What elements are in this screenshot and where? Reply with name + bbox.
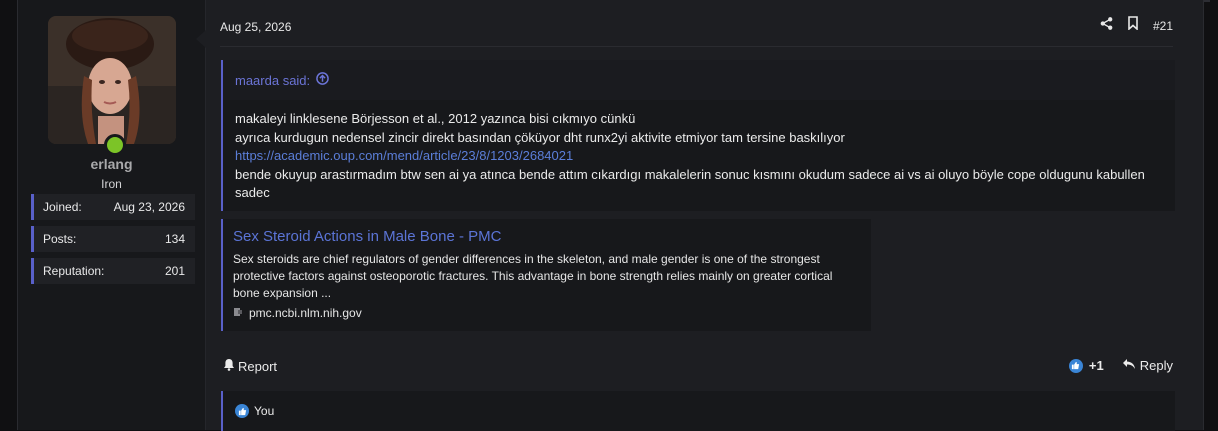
- link-preview-host-text: pmc.ncbi.nlm.nih.gov: [249, 306, 362, 320]
- share-icon[interactable]: [1100, 16, 1113, 35]
- reactions-text[interactable]: You: [254, 404, 274, 418]
- stat-label: Reputation:: [43, 264, 105, 278]
- quote-line: bende okuyup arastırmadım btw sen ai ya …: [235, 166, 1145, 201]
- username[interactable]: erlang: [18, 156, 205, 172]
- reaction-summary[interactable]: +1: [1068, 358, 1104, 373]
- post-date[interactable]: Aug 25, 2026: [220, 20, 291, 34]
- quote-link[interactable]: https://academic.oup.com/mend/article/23…: [235, 147, 1163, 166]
- post-footer-actions: +1 Reply: [1068, 358, 1173, 373]
- report-label: Report: [238, 358, 278, 374]
- stat-reputation: Reputation: 201: [31, 258, 195, 284]
- link-preview-host: pmc.ncbi.nlm.nih.gov: [233, 306, 861, 320]
- reaction-count: +1: [1088, 358, 1104, 373]
- quote-header: maarda said:: [223, 60, 1175, 100]
- user-title: Iron: [101, 177, 122, 191]
- quote-block: maarda said: makaleyi linklesene Börjess…: [221, 60, 1175, 211]
- stat-posts: Posts: 134: [31, 226, 195, 252]
- reactions-bar[interactable]: You: [221, 391, 1175, 431]
- quote-line: ayrıca kurdugun nedensel zincir direkt b…: [235, 129, 845, 145]
- stat-value: 134: [164, 232, 185, 246]
- quote-line: makaleyi linklesene Börjesson et al., 20…: [235, 111, 636, 126]
- link-preview-card[interactable]: Sex Steroid Actions in Male Bone - PMC S…: [221, 219, 871, 331]
- quote-author[interactable]: maarda said:: [235, 73, 310, 88]
- reply-button[interactable]: Reply: [1122, 358, 1173, 373]
- favicon-icon: [233, 306, 243, 320]
- arrow-up-circle-icon[interactable]: [316, 72, 329, 88]
- reply-icon: [1122, 358, 1136, 373]
- bookmark-icon[interactable]: [1127, 16, 1139, 35]
- link-preview-description: Sex steroids are chief regulators of gen…: [233, 252, 833, 300]
- avatar[interactable]: [48, 16, 176, 144]
- like-icon: [1068, 358, 1083, 373]
- bell-icon: [223, 358, 235, 374]
- stat-value: 201: [164, 264, 185, 278]
- link-preview-title[interactable]: Sex Steroid Actions in Male Bone - PMC: [233, 228, 861, 245]
- online-status-dot: [104, 134, 126, 156]
- report-button[interactable]: Report: [223, 358, 277, 374]
- post-container: erlang Iron Joined: Aug 23, 2026 Posts: …: [17, 0, 1204, 431]
- like-icon: [235, 404, 249, 418]
- post-arrow: [196, 30, 206, 48]
- post-header-actions: #21: [1100, 16, 1173, 35]
- stat-value: Aug 23, 2026: [113, 200, 185, 214]
- user-sidebar: erlang Iron Joined: Aug 23, 2026 Posts: …: [18, 0, 206, 430]
- stat-label: Joined:: [43, 200, 82, 214]
- stat-label: Posts:: [43, 232, 77, 246]
- stat-joined: Joined: Aug 23, 2026: [31, 194, 195, 220]
- header-divider: [220, 46, 1173, 47]
- post-number[interactable]: #21: [1153, 19, 1173, 33]
- avatar-image: [48, 16, 176, 144]
- reply-label: Reply: [1139, 358, 1173, 373]
- quote-body: makaleyi linklesene Börjesson et al., 20…: [223, 100, 1175, 203]
